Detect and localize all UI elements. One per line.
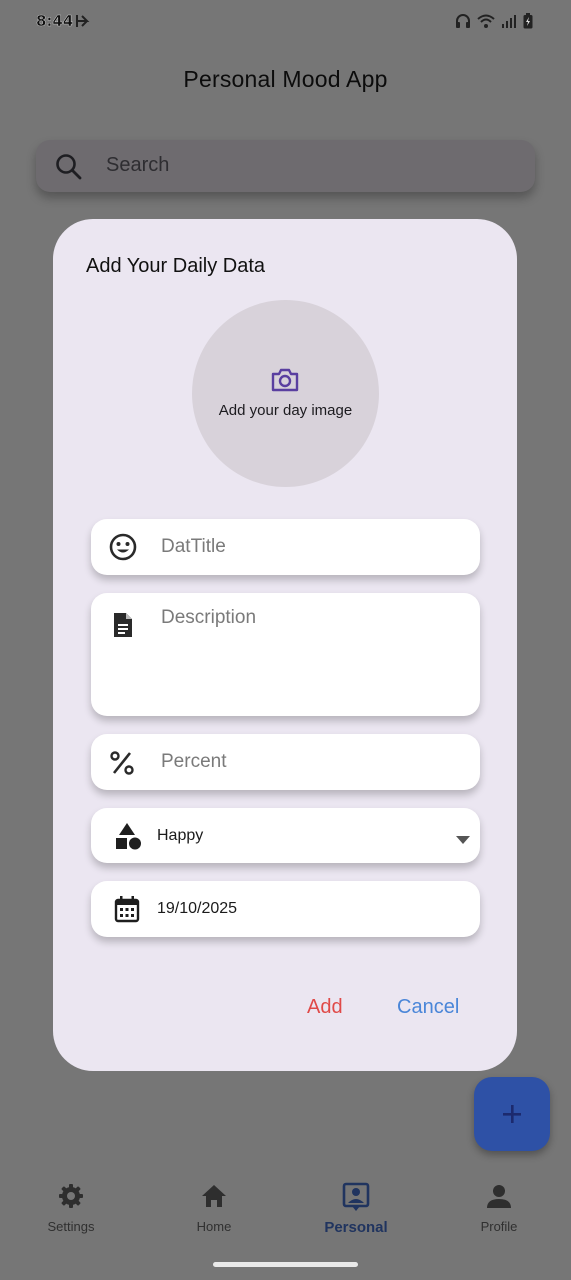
image-picker[interactable]: Add your day image [192,300,379,487]
wifi-icon [477,13,495,34]
document-icon [109,611,137,644]
nav-item-settings[interactable]: Settings [16,1182,126,1234]
dialog-title: Add Your Daily Data [86,255,266,277]
status-time: 8:44 [36,12,74,30]
search-icon[interactable] [54,152,84,187]
camera-icon [270,367,300,398]
status-bar: 8:44 [0,0,571,44]
app-notification-icon [74,13,90,34]
add-button[interactable]: Add [307,996,343,1019]
mood-selected-value[interactable]: Happy [157,827,203,845]
mood-dropdown[interactable]: Happy [91,808,480,863]
date-field[interactable]: 19/10/2025 [91,881,480,937]
person-icon [444,1182,554,1215]
signal-icon [501,13,517,34]
percent-input[interactable]: Percent [161,751,226,773]
day-title-input[interactable]: DatTitle [161,536,226,558]
smiley-icon [109,533,137,566]
home-icon [159,1182,269,1215]
nav-item-profile[interactable]: Profile [444,1182,554,1234]
nav-label-home: Home [196,1219,232,1234]
description-input[interactable]: Description [161,607,256,629]
add-fab-button[interactable] [474,1077,550,1151]
home-indicator[interactable] [213,1262,358,1267]
search-bar[interactable]: Search [36,140,535,192]
percent-icon [109,750,135,781]
app-title: Personal Mood App [183,66,388,92]
nav-label-personal: Personal [324,1219,388,1236]
date-value[interactable]: 19/10/2025 [157,900,237,918]
chevron-down-icon[interactable] [456,831,470,849]
percent-field[interactable]: Percent [91,734,480,790]
add-daily-data-dialog: Add Your Daily Data Add your day image D… [53,219,517,1071]
shapes-icon [113,821,143,856]
image-picker-label: Add your day image [218,402,353,419]
calendar-icon [114,895,140,928]
plus-icon [500,1102,524,1131]
nav-label-settings: Settings [47,1219,95,1234]
nav-item-home[interactable]: Home [159,1182,269,1234]
day-title-field[interactable]: DatTitle [91,519,480,575]
gear-icon [16,1182,126,1215]
nav-label-profile: Profile [480,1219,518,1234]
headphones-icon [455,13,471,34]
cancel-button[interactable]: Cancel [397,996,459,1019]
nav-item-personal[interactable]: Personal [301,1182,411,1236]
search-input[interactable]: Search [106,154,169,177]
status-icons [455,13,533,34]
personal-badge-icon [301,1182,411,1217]
battery-charging-icon [523,13,533,34]
description-field[interactable]: Description [91,593,480,716]
